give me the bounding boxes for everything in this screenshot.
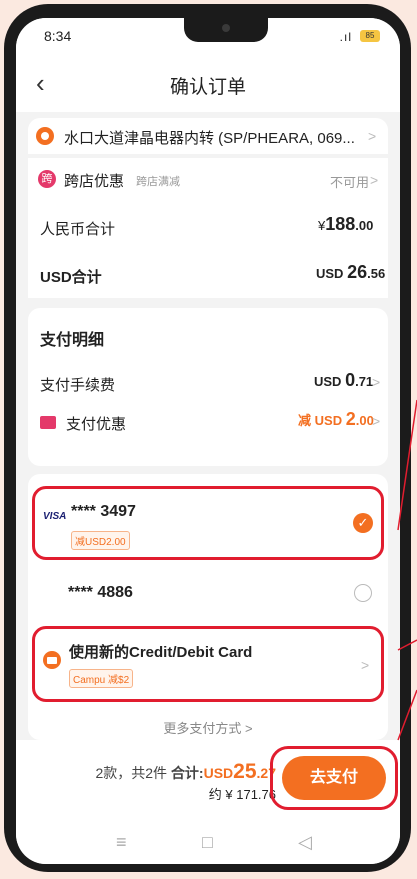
cross-store-badge-icon: 跨 (38, 170, 56, 188)
address-row[interactable]: 水口大道津晶电器内转 (SP/PHEARA, 069... > (28, 118, 388, 154)
visa-logo-icon: VISA (43, 511, 67, 522)
checkout-bar: 2款，共2件 合计:USD25.27 约 ¥ 171.76 去支付 (16, 740, 400, 822)
usd-total-value: USD 26.56 (316, 262, 386, 282)
chevron-right-icon: > (370, 172, 379, 188)
address-text: 水口大道津晶电器内转 (SP/PHEARA, 069... (64, 130, 355, 147)
chevron-right-icon: > (368, 128, 377, 144)
chevron-right-icon: > (372, 374, 381, 390)
phone-frame: 8:34 .ıl 85 ‹ 确认订单 水口大道津晶电器内转 (SP/PHEARA… (4, 4, 411, 872)
home-icon[interactable]: □ (202, 832, 213, 853)
rmb-total-value: ¥188.00 (318, 214, 374, 234)
fee-value[interactable]: USD 0.71 (314, 370, 373, 391)
card-option-4886[interactable]: **** 4886 (32, 572, 384, 612)
page-title: 确认订单 (169, 77, 246, 98)
fee-label: 支付手续费 (40, 377, 116, 394)
discount-label: 支付优惠 (66, 416, 127, 433)
card-number: **** 3497 (71, 503, 136, 520)
checkmark-icon[interactable]: ✓ (353, 513, 373, 533)
chevron-right-icon: > (372, 413, 381, 429)
order-summary: 跨 跨店优惠 跨店满减 不可用 > 人民币合计 ¥188.00 USD合计 US… (28, 158, 388, 298)
screen: 8:34 .ıl 85 ‹ 确认订单 水口大道津晶电器内转 (SP/PHEARA… (16, 18, 400, 864)
order-total: 2款，共2件 合计:USD25.27 (95, 760, 276, 783)
cross-store-sub: 跨店满减 (136, 176, 180, 188)
card-number: **** 4886 (68, 584, 133, 601)
new-card-option[interactable]: 使用新的Credit/Debit Card Campu 减$2 > (32, 626, 384, 702)
status-bar: 8:34 .ıl 85 (16, 18, 400, 58)
card-promo-badge: 减USD2.00 (71, 531, 130, 550)
system-nav-bar: ≡ □ ◁ (16, 822, 400, 864)
pay-button[interactable]: 去支付 (282, 756, 386, 800)
payment-detail-card: 支付明细 支付手续费 USD 0.71 > 支付优惠 减 USD 2.00 > (28, 308, 388, 466)
payment-methods: VISA **** 3497 减USD2.00 ✓ **** 4886 使用新的… (28, 474, 388, 740)
usd-total-label: USD合计 (40, 269, 102, 286)
discount-value[interactable]: 减 USD 2.00 (298, 409, 374, 430)
camera-icon (222, 24, 230, 32)
radio-unselected-icon[interactable] (354, 584, 372, 602)
chevron-right-icon: > (361, 657, 370, 673)
more-payment-methods-link[interactable]: 更多支付方式 > (28, 718, 388, 737)
signal-icon: .ıl (339, 30, 352, 44)
new-card-promo-badge: Campu 减$2 (69, 669, 134, 688)
nav-bar: ‹ 确认订单 (16, 58, 400, 112)
location-pin-icon (36, 127, 54, 145)
card-option-3497[interactable]: VISA **** 3497 减USD2.00 ✓ (32, 486, 384, 560)
status-time: 8:34 (44, 28, 72, 44)
rmb-total-label: 人民币合计 (40, 221, 116, 238)
battery-icon: 85 (360, 30, 380, 42)
new-card-label: 使用新的Credit/Debit Card (69, 644, 253, 661)
cross-store-label: 跨店优惠 (64, 173, 125, 190)
credit-card-icon (43, 651, 61, 669)
payment-detail-title: 支付明细 (40, 332, 105, 349)
approx-rmb: 约 ¥ 171.76 (208, 787, 276, 802)
gift-icon (40, 416, 56, 429)
back-nav-icon[interactable]: ◁ (298, 832, 312, 853)
cross-store-value[interactable]: 不可用 (330, 172, 369, 191)
camera-notch (184, 18, 268, 42)
menu-icon[interactable]: ≡ (116, 832, 127, 853)
